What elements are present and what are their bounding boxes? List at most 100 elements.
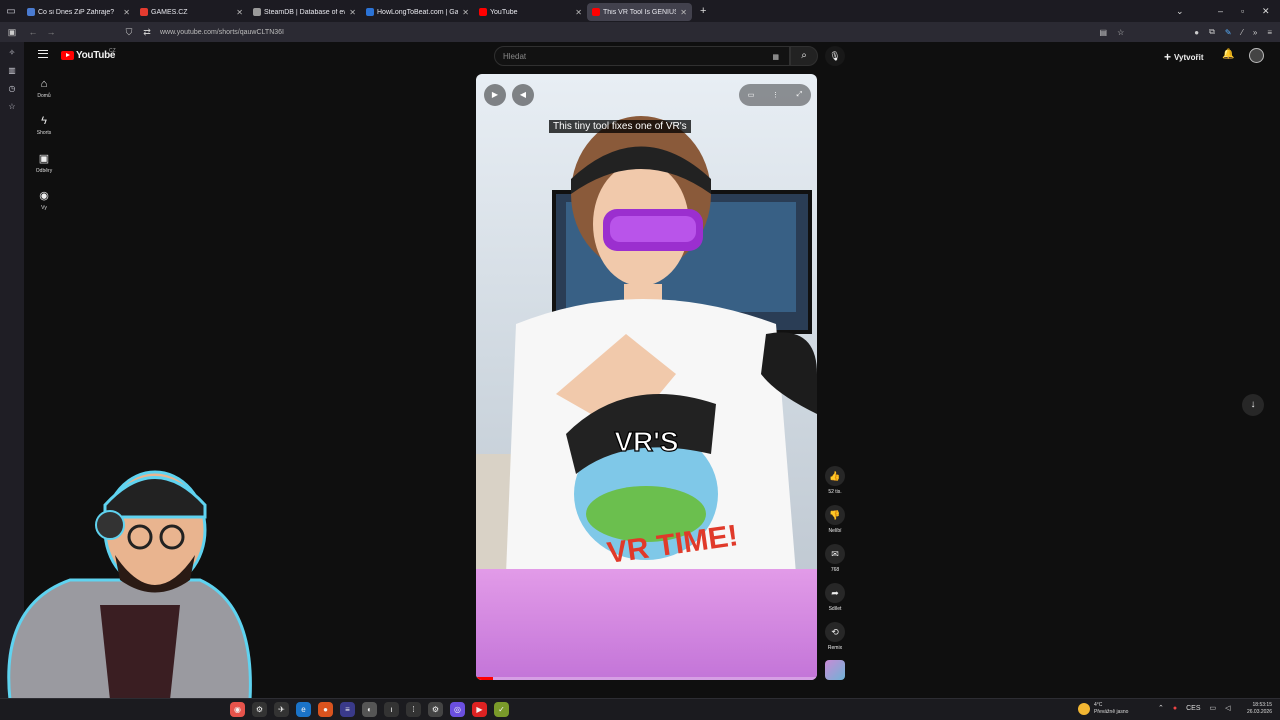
notifications-bell-icon[interactable]: 🔔: [1222, 49, 1234, 60]
address-field[interactable]: www.youtube.com/shorts/qauwCLTN36I: [160, 29, 284, 36]
history-icon[interactable]: ◷: [9, 84, 16, 93]
app-icon[interactable]: ✈: [274, 702, 289, 717]
weather-widget[interactable]: 4°C Převážně jasno: [1078, 702, 1128, 716]
browser-tab[interactable]: Co si Dnes ZiP Zahraje? ✕: [22, 3, 135, 21]
extensions-icon[interactable]: ⧉: [1209, 27, 1215, 37]
overflow-chevron-icon[interactable]: »: [1253, 28, 1257, 37]
search-input[interactable]: Hledat ▦: [494, 46, 790, 66]
display-icon[interactable]: ▭: [1210, 704, 1217, 712]
forward-button[interactable]: →: [42, 27, 60, 37]
obs-icon[interactable]: ●: [318, 702, 333, 717]
keyboard-icon[interactable]: ▦: [772, 53, 779, 61]
guide-item[interactable]: ⌂ Domů: [24, 78, 64, 115]
account-icon[interactable]: ●: [1194, 28, 1199, 37]
new-tab-button[interactable]: +: [700, 5, 706, 17]
captions-icon[interactable]: ▭: [748, 91, 755, 99]
youtube-logo[interactable]: YouTube CZ: [61, 48, 116, 61]
share-button[interactable]: ➦ Sdílet: [822, 583, 848, 622]
tab-favicon-icon: [479, 8, 487, 16]
microphone-tray-icon[interactable]: ●: [1173, 705, 1177, 712]
tab-close-icon[interactable]: ✕: [349, 8, 356, 17]
browser-tab[interactable]: YouTube ✕: [474, 3, 587, 21]
close-window-button[interactable]: ✕: [1262, 0, 1270, 22]
volume-tray-icon[interactable]: ◁: [1225, 704, 1230, 712]
pen-icon[interactable]: ⁄: [1242, 28, 1243, 37]
tab-list-chevron-icon[interactable]: ⌄: [1176, 0, 1184, 22]
guide-item[interactable]: ▣ Odběry: [24, 152, 64, 189]
browser-tab[interactable]: This VR Tool Is GENIUS! - YouT ✕: [587, 3, 692, 21]
you-icon: ◉: [39, 190, 49, 202]
like-button[interactable]: 👍 52 tis.: [822, 466, 848, 505]
account-avatar[interactable]: [1249, 48, 1264, 63]
video-overlay-text: VR'S: [614, 425, 679, 457]
search-button[interactable]: ⌕: [790, 46, 818, 66]
clock[interactable]: 18:53:15 26.03.2026: [1247, 702, 1272, 716]
next-short-button[interactable]: ↓: [1242, 394, 1264, 416]
shield-icon[interactable]: ⛉: [120, 27, 138, 38]
app-icon-7[interactable]: ✓: [494, 702, 509, 717]
fullscreen-icon[interactable]: ⤢: [797, 91, 803, 99]
streamer-avatar-illustration: [7, 470, 252, 702]
firefox-icon[interactable]: ◉: [230, 702, 245, 717]
mute-button[interactable]: ◀: [512, 84, 534, 106]
menu-icon[interactable]: ≡: [1267, 28, 1272, 37]
tab-close-icon[interactable]: ✕: [680, 8, 687, 17]
guide-item[interactable]: ϟ Shorts: [24, 115, 64, 152]
tab-close-icon[interactable]: ✕: [575, 8, 582, 17]
extension-icon[interactable]: ✎: [1225, 28, 1232, 37]
browser-tab[interactable]: HowLongToBeat.com | Game Le✕: [361, 3, 474, 21]
tab-favicon-icon: [140, 8, 148, 16]
comments-button[interactable]: ✉ 768: [822, 544, 848, 583]
bookmark-star-icon[interactable]: ☆: [1117, 28, 1124, 37]
browser-tab-bar: ▭ Co si Dnes ZiP Zahraje? ✕ GAMES.CZ ✕ Steam…: [0, 0, 1280, 22]
synced-tabs-icon[interactable]: ▥: [8, 66, 16, 75]
channel-thumbnail[interactable]: [822, 660, 848, 680]
more-options-icon[interactable]: ⋮: [772, 91, 779, 99]
clock-time: 18:53:15: [1252, 702, 1272, 708]
tray-chevron-icon[interactable]: ⌃: [1158, 704, 1164, 712]
steam-icon[interactable]: ⚙: [252, 702, 267, 717]
remix-button[interactable]: ⟲ Remix: [822, 622, 848, 661]
remix-icon: ⟲: [825, 622, 845, 642]
arrow-down-icon: ↓: [1250, 399, 1256, 410]
maximize-button[interactable]: ▫: [1241, 0, 1244, 22]
guide-item[interactable]: ◉ Vy: [24, 189, 64, 226]
weather-temp: 4°C: [1094, 702, 1103, 708]
app-icon-3[interactable]: ◐: [362, 702, 377, 717]
windows-taskbar: ◉ ⚙ ✈ e ● ≡ ◐ ı ⁞ ⚙ ◎ ▶ ✓ 4°C Převážně j…: [0, 698, 1280, 720]
tab-title: SteamDB | Database of everyth: [264, 8, 346, 16]
app-icon-2[interactable]: ≡: [340, 702, 355, 717]
browser-tab[interactable]: SteamDB | Database of everyth✕: [248, 3, 361, 21]
reader-view-icon[interactable]: ▤: [1100, 28, 1108, 37]
tab-overview-icon[interactable]: ▭: [0, 0, 22, 22]
edge-icon[interactable]: e: [296, 702, 311, 717]
minimize-button[interactable]: –: [1218, 0, 1223, 22]
tab-close-icon[interactable]: ✕: [462, 8, 469, 17]
ai-chat-icon[interactable]: ✧: [9, 48, 16, 57]
app-icon-6[interactable]: ▶: [472, 702, 487, 717]
action-label: Nelíbí: [828, 528, 842, 534]
video-progress-bar[interactable]: [476, 677, 817, 680]
guide-item-label: Shorts: [36, 130, 52, 136]
settings-icon[interactable]: ⚙: [428, 702, 443, 717]
microphone-icon: 🎙: [829, 51, 841, 61]
app-icon-4[interactable]: ı: [384, 702, 399, 717]
dislike-button[interactable]: 👎 Nelíbí: [822, 505, 848, 544]
tab-close-icon[interactable]: ✕: [236, 8, 243, 17]
shorts-video-player[interactable]: VR TIME! ▶ ◀ ▭ ⋮ ⤢ This tiny tool fixes …: [476, 74, 817, 680]
create-button[interactable]: + Vytvořit: [1164, 50, 1204, 64]
closed-caption: This tiny tool fixes one of VR's: [549, 120, 691, 133]
permissions-icon[interactable]: ⇄: [138, 27, 156, 38]
discord-icon[interactable]: ◎: [450, 702, 465, 717]
action-label: 52 tis.: [828, 489, 842, 495]
app-icon-5[interactable]: ⁞: [406, 702, 421, 717]
tab-close-icon[interactable]: ✕: [123, 8, 130, 17]
language-indicator[interactable]: CES: [1186, 705, 1200, 712]
sidebar-toggle-icon[interactable]: ▣: [0, 27, 24, 38]
guide-menu-icon[interactable]: [38, 50, 48, 58]
voice-search-button[interactable]: 🎙: [825, 46, 845, 66]
browser-tab[interactable]: GAMES.CZ ✕: [135, 3, 248, 21]
play-button[interactable]: ▶: [484, 84, 506, 106]
back-button[interactable]: ←: [24, 27, 42, 37]
bookmarks-icon[interactable]: ☆: [8, 102, 15, 111]
